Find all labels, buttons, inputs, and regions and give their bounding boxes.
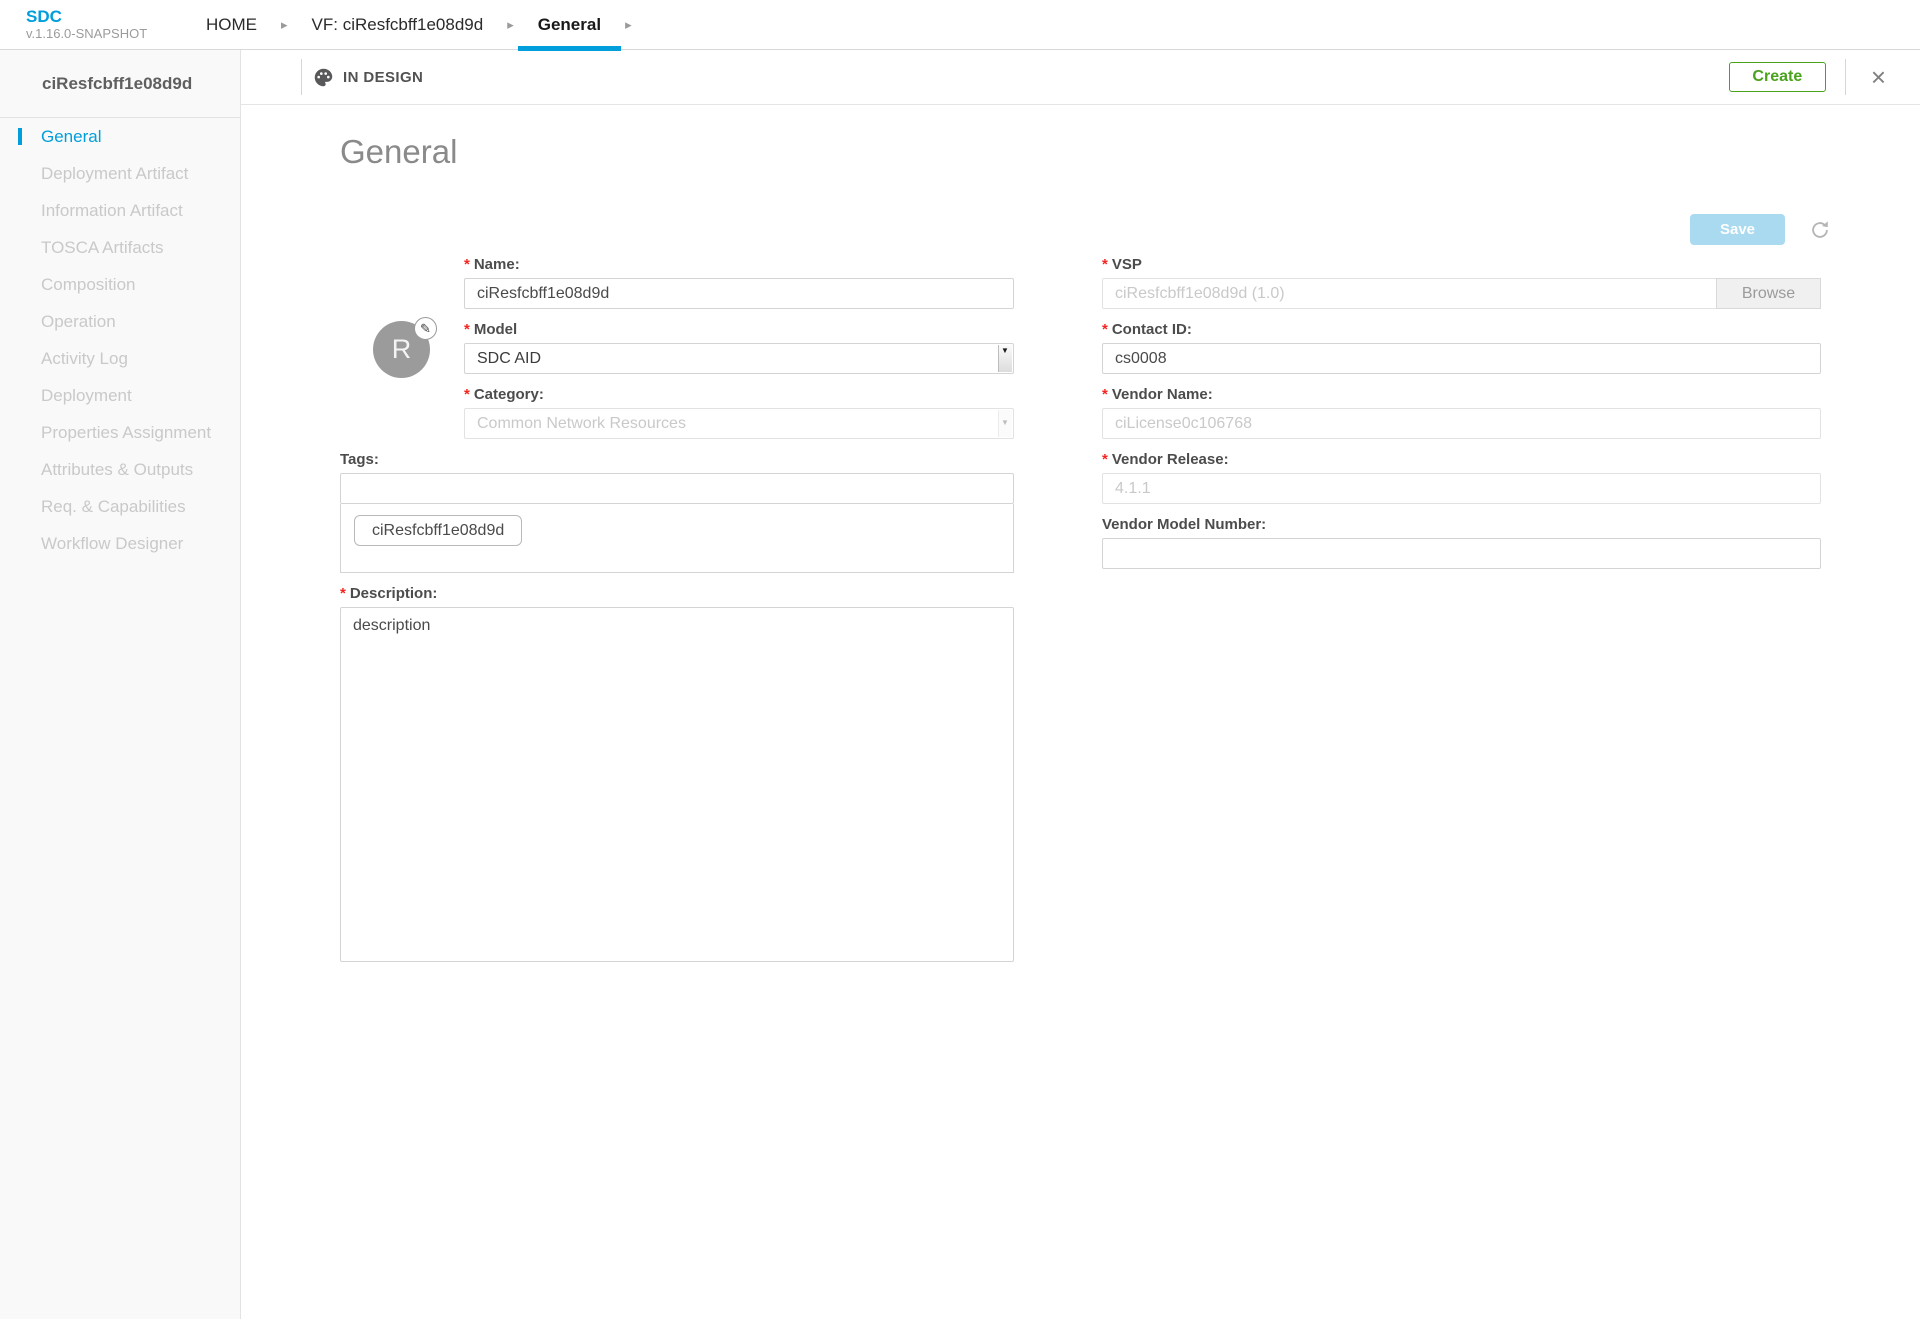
description-textarea[interactable]: description <box>340 607 1014 962</box>
lifecycle-status: IN DESIGN <box>301 59 423 95</box>
vendor-name-label: *Vendor Name: <box>1102 386 1821 404</box>
sidebar-item-workflow-designer[interactable]: Workflow Designer <box>0 525 240 562</box>
header-actions: Create × <box>1729 59 1892 95</box>
category-select: Common Network Resources ▼ <box>464 408 1014 439</box>
vendor-release-label: *Vendor Release: <box>1102 451 1821 469</box>
contact-field-group: *Contact ID: <box>1102 321 1821 374</box>
required-asterisk: * <box>464 256 470 273</box>
browse-button[interactable]: Browse <box>1716 278 1821 309</box>
main-panel: IN DESIGN Create × General Save R ✎ <box>241 50 1920 1319</box>
logo-version: v.1.16.0-SNAPSHOT <box>26 27 147 42</box>
sidebar-item-activity-log[interactable]: Activity Log <box>0 340 240 377</box>
dropdown-arrow-strip: ▼ <box>998 345 1012 372</box>
sidebar-item-composition[interactable]: Composition <box>0 266 240 303</box>
chevron-right-icon: ▸ <box>281 17 288 33</box>
sidebar-item-tosca-artifacts[interactable]: TOSCA Artifacts <box>0 229 240 266</box>
name-label: *Name: <box>464 256 1014 274</box>
vendor-release-field-group: *Vendor Release: <box>1102 451 1821 504</box>
sidebar-item-req-capabilities[interactable]: Req. & Capabilities <box>0 488 240 525</box>
revert-button[interactable] <box>1809 219 1831 241</box>
required-asterisk: * <box>1102 451 1108 468</box>
logo-title: SDC <box>26 7 147 27</box>
save-row: Save <box>1690 214 1831 245</box>
tags-container: ciResfcbff1e08d9d <box>340 504 1014 573</box>
description-label: *Description: <box>340 585 1014 603</box>
chevron-right-icon: ▸ <box>507 17 514 33</box>
required-asterisk: * <box>464 321 470 338</box>
chevron-right-icon: ▸ <box>625 17 632 33</box>
model-selected-value: SDC AID <box>477 350 541 368</box>
vendor-model-number-label: Vendor Model Number: <box>1102 516 1821 534</box>
sidebar-item-general[interactable]: General <box>0 118 240 155</box>
model-field-group: *Model SDC AID ▼ <box>464 321 1014 374</box>
divider <box>1845 59 1846 95</box>
sidebar-item-attributes-outputs[interactable]: Attributes & Outputs <box>0 451 240 488</box>
top-bar: SDC v.1.16.0-SNAPSHOT HOME ▸ VF: ciResfc… <box>0 0 1920 50</box>
required-asterisk: * <box>464 386 470 403</box>
vendor-release-input <box>1102 473 1821 504</box>
sidebar-item-information-artifact[interactable]: Information Artifact <box>0 192 240 229</box>
sidebar: ciResfcbff1e08d9d General Deployment Art… <box>0 50 241 1319</box>
required-asterisk: * <box>1102 386 1108 403</box>
close-icon[interactable]: × <box>1865 64 1892 90</box>
sidebar-item-deployment-artifact[interactable]: Deployment Artifact <box>0 155 240 192</box>
breadcrumb-home[interactable]: HOME <box>186 0 277 50</box>
vendor-model-field-group: Vendor Model Number: <box>1102 516 1821 569</box>
vendor-name-field-group: *Vendor Name: <box>1102 386 1821 439</box>
category-field-group: *Category: Common Network Resources ▼ <box>464 386 1014 439</box>
vendor-name-input <box>1102 408 1821 439</box>
pencil-icon: ✎ <box>420 321 431 337</box>
sidebar-nav: General Deployment Artifact Information … <box>0 118 240 562</box>
breadcrumb-general-active[interactable]: General <box>518 0 621 50</box>
vsp-field-group: *VSP Browse <box>1102 256 1821 309</box>
create-button[interactable]: Create <box>1729 62 1826 92</box>
model-select[interactable]: SDC AID ▼ <box>464 343 1014 374</box>
name-field-group: *Name: <box>464 256 1014 309</box>
status-badge: IN DESIGN <box>343 69 423 86</box>
tags-label: Tags: <box>340 451 1014 469</box>
contact-id-label: *Contact ID: <box>1102 321 1821 339</box>
breadcrumb: HOME ▸ VF: ciResfcbff1e08d9d ▸ General ▸ <box>186 0 636 50</box>
general-content: General Save R ✎ *Name: <box>241 105 1920 1319</box>
tags-input[interactable] <box>340 473 1014 504</box>
tag-chip[interactable]: ciResfcbff1e08d9d <box>354 515 522 546</box>
required-asterisk: * <box>1102 321 1108 338</box>
main-header: IN DESIGN Create × <box>241 50 1920 105</box>
avatar-letter: R <box>392 334 412 365</box>
chevron-down-icon: ▼ <box>1001 346 1009 355</box>
save-button[interactable]: Save <box>1690 214 1785 245</box>
vsp-input <box>1102 278 1821 309</box>
breadcrumb-vf[interactable]: VF: ciResfcbff1e08d9d <box>292 0 504 50</box>
page-title: General <box>340 133 457 171</box>
chevron-down-icon: ▼ <box>1001 418 1009 427</box>
sdc-logo[interactable]: SDC v.1.16.0-SNAPSHOT <box>26 7 147 41</box>
required-asterisk: * <box>1102 256 1108 273</box>
sidebar-item-deployment[interactable]: Deployment <box>0 377 240 414</box>
sidebar-item-properties-assignment[interactable]: Properties Assignment <box>0 414 240 451</box>
vendor-model-number-input[interactable] <box>1102 538 1821 569</box>
category-label: *Category: <box>464 386 1014 404</box>
sidebar-title: ciResfcbff1e08d9d <box>0 50 240 118</box>
dropdown-arrow-strip: ▼ <box>998 410 1012 437</box>
model-label: *Model <box>464 321 1014 339</box>
required-asterisk: * <box>340 585 346 602</box>
form-right-column: *VSP Browse *Contact ID: *Vendor Name: *… <box>1102 250 1821 581</box>
edit-avatar-button[interactable]: ✎ <box>414 317 437 340</box>
palette-icon <box>313 67 334 88</box>
contact-id-input[interactable] <box>1102 343 1821 374</box>
description-field-group: *Description: description <box>340 585 1014 967</box>
vsp-label: *VSP <box>1102 256 1821 274</box>
form-left-column: R ✎ *Name: *Model SDC AID ▼ <box>340 250 1014 979</box>
sidebar-item-operation[interactable]: Operation <box>0 303 240 340</box>
category-selected-value: Common Network Resources <box>477 415 686 433</box>
tags-field-group: Tags: ciResfcbff1e08d9d <box>340 451 1014 573</box>
refresh-icon <box>1809 219 1831 241</box>
avatar: R ✎ <box>373 321 430 378</box>
name-input[interactable] <box>464 278 1014 309</box>
